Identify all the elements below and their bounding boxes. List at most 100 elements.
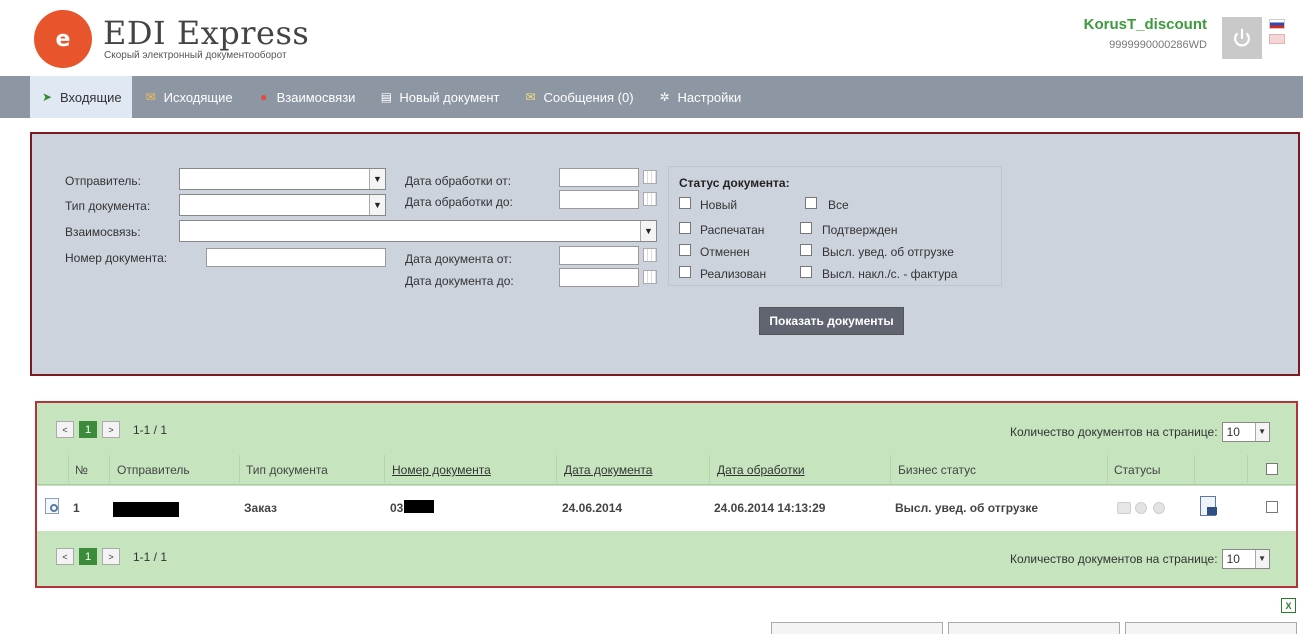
col-divider: [1107, 455, 1108, 483]
calendar-icon[interactable]: [643, 192, 657, 206]
relation-select[interactable]: ▼: [179, 220, 657, 242]
per-page-select[interactable]: 10 ▼: [1221, 549, 1270, 569]
col-divider: [556, 455, 557, 483]
docnum-input[interactable]: [206, 248, 386, 267]
table-row[interactable]: 1 Заказ 03 24.06.2014 24.06.2014 14:13:2…: [37, 486, 1296, 531]
status-new-checkbox[interactable]: [679, 197, 691, 209]
col-procdate[interactable]: Дата обработки: [717, 463, 805, 477]
per-page-value: 10: [1226, 425, 1240, 439]
sender-label: Отправитель:: [65, 174, 141, 188]
pager-range: 1-1 / 1: [133, 549, 168, 564]
row-doctype: Заказ: [244, 501, 277, 515]
calendar-icon[interactable]: [643, 248, 657, 262]
row-docnum: 03: [390, 501, 404, 515]
chevron-down-icon: ▼: [369, 195, 385, 215]
doc-from-input[interactable]: [559, 246, 639, 265]
status-invoice-checkbox[interactable]: [800, 266, 812, 278]
nav-label: Сообщения (0): [543, 89, 634, 105]
nav-label: Настройки: [677, 89, 742, 105]
col-divider: [1194, 455, 1195, 483]
flag-ru-icon[interactable]: [1269, 19, 1285, 29]
col-docdate[interactable]: Дата документа: [564, 463, 652, 477]
bottom-action-button[interactable]: [948, 622, 1120, 634]
logo-icon[interactable]: e: [34, 10, 92, 68]
sender-select[interactable]: ▼: [179, 168, 386, 190]
pager-prev-button[interactable]: <: [56, 421, 74, 438]
status-confirmed-label: Подтвержден: [822, 223, 898, 237]
power-icon: [1234, 28, 1250, 47]
doc-to-label: Дата документа до:: [405, 274, 514, 288]
proc-to-label: Дата обработки до:: [405, 195, 513, 209]
pager-page-current[interactable]: 1: [79, 548, 97, 565]
pager-page-current[interactable]: 1: [79, 421, 97, 438]
pager-range: 1-1 / 1: [133, 422, 168, 437]
status-title: Статус документа:: [679, 176, 790, 190]
status-all-checkbox[interactable]: [805, 197, 817, 209]
col-divider: [239, 455, 240, 483]
chevron-down-icon: ▼: [640, 221, 656, 241]
flag-en-icon[interactable]: [1269, 34, 1285, 44]
pager-next-button[interactable]: >: [102, 421, 120, 438]
pager-prev-button[interactable]: <: [56, 548, 74, 565]
status-cancelled-checkbox[interactable]: [679, 244, 691, 256]
pager-next-button[interactable]: >: [102, 548, 120, 565]
per-page-label: Количество документов на странице:: [1010, 552, 1218, 566]
bottom-action-button[interactable]: [771, 622, 943, 634]
status-realized-label: Реализован: [700, 267, 767, 281]
per-page-label: Количество документов на странице:: [1010, 425, 1218, 439]
nav-item-relations[interactable]: ● Взаимосвязи: [245, 76, 368, 118]
docnum-redacted: [404, 500, 434, 513]
sender-redacted: [113, 502, 179, 517]
logo-mark: e: [55, 26, 71, 52]
proc-from-input[interactable]: [559, 168, 639, 187]
doctype-select[interactable]: ▼: [179, 194, 386, 216]
col-docnum[interactable]: Номер документа: [392, 463, 491, 477]
bottom-action-button[interactable]: [1125, 622, 1297, 634]
calendar-icon[interactable]: [643, 270, 657, 284]
show-documents-button[interactable]: Показать документы: [759, 307, 904, 335]
status-realized-checkbox[interactable]: [679, 266, 691, 278]
col-divider: [709, 455, 710, 483]
row-checkbox[interactable]: [1266, 501, 1278, 513]
pager-bottom: < 1 > 1-1 / 1: [56, 548, 167, 565]
col-sender: Отправитель: [117, 463, 190, 477]
nav-item-new-document[interactable]: ▤ Новый документ: [367, 76, 511, 118]
per-page-top: Количество документов на странице: 10 ▼: [1010, 422, 1270, 442]
status-printed-checkbox[interactable]: [679, 222, 691, 234]
row-procdate: 24.06.2014 14:13:29: [714, 501, 826, 515]
app-subtitle: Скорый электронный документооборот: [104, 50, 287, 61]
per-page-value: 10: [1226, 552, 1240, 566]
app-title: EDI Express: [103, 14, 310, 52]
status-dot-icon: [1135, 502, 1147, 514]
status-invoice-label: Высл. накл./с. - фактура: [822, 267, 958, 281]
proc-to-input[interactable]: [559, 190, 639, 209]
calendar-icon[interactable]: [643, 170, 657, 184]
nav-item-incoming[interactable]: ➤ Входящие: [30, 76, 132, 118]
status-confirmed-checkbox[interactable]: [800, 222, 812, 234]
col-divider: [68, 455, 69, 483]
row-bizstatus: Высл. увед. об отгрузке: [895, 501, 1039, 515]
relation-label: Взаимосвязь:: [65, 225, 141, 239]
col-doctype: Тип документа: [246, 463, 328, 477]
nav-item-settings[interactable]: ✲ Настройки: [646, 76, 754, 118]
nav-item-outgoing[interactable]: ✉ Исходящие: [132, 76, 245, 118]
nav-label: Взаимосвязи: [276, 89, 356, 105]
col-divider: [1247, 455, 1248, 483]
document-export-icon[interactable]: [1200, 496, 1217, 516]
chevron-down-icon: ▼: [1254, 550, 1269, 568]
per-page-select[interactable]: 10 ▼: [1221, 422, 1270, 442]
doc-to-input[interactable]: [559, 268, 639, 287]
relations-icon: ●: [259, 90, 268, 104]
pager-top: < 1 > 1-1 / 1: [56, 421, 167, 438]
logout-button[interactable]: [1222, 17, 1262, 59]
status-ship-notice-checkbox[interactable]: [800, 244, 812, 256]
select-all-checkbox[interactable]: [1266, 463, 1278, 475]
user-name[interactable]: KorusT_discount: [1084, 16, 1207, 33]
row-num: 1: [73, 501, 80, 515]
excel-export-icon[interactable]: X: [1281, 598, 1296, 613]
nav-item-messages[interactable]: ✉ Сообщения (0): [511, 76, 645, 118]
new-document-icon: ▤: [380, 90, 393, 104]
view-document-icon[interactable]: [45, 498, 59, 514]
col-bizstatus: Бизнес статус: [898, 463, 976, 477]
doc-from-label: Дата документа от:: [405, 252, 512, 266]
